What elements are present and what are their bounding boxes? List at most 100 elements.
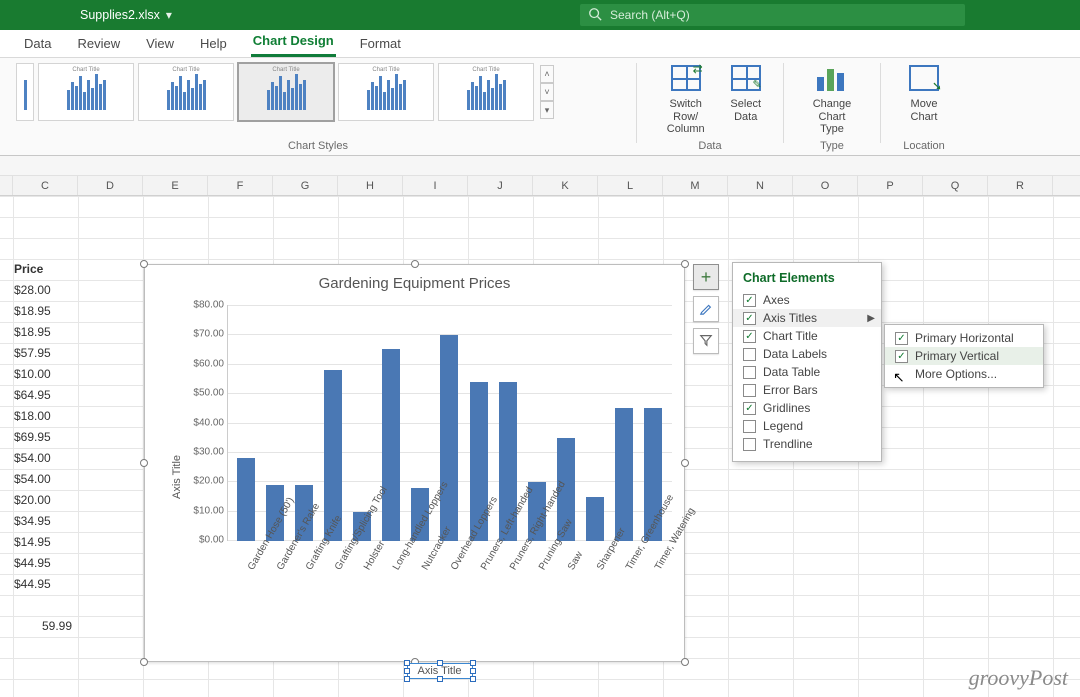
col-header[interactable]: R [988, 176, 1053, 195]
cell[interactable]: $14.95 [14, 532, 78, 553]
cell[interactable]: $54.00 [14, 448, 78, 469]
cell[interactable]: $18.95 [14, 301, 78, 322]
tab-help[interactable]: Help [198, 31, 229, 57]
tab-review[interactable]: Review [75, 31, 122, 57]
option-label: Legend [763, 419, 803, 433]
gallery-up-icon[interactable]: ˄ [540, 65, 554, 83]
checkbox-icon[interactable] [743, 348, 756, 361]
col-header[interactable]: O [793, 176, 858, 195]
cell[interactable]: $10.00 [14, 364, 78, 385]
resize-handle[interactable] [140, 658, 148, 666]
chart-style-thumb[interactable] [16, 63, 34, 121]
chart-style-thumb[interactable]: Chart Title [338, 63, 434, 121]
resize-handle[interactable] [411, 260, 419, 268]
gallery-down-icon[interactable]: ˅ [540, 83, 554, 101]
chart-element-option[interactable]: Gridlines [733, 399, 881, 417]
chart-elements-button[interactable]: + [693, 264, 719, 290]
search-box[interactable] [580, 4, 965, 26]
checkbox-icon[interactable] [743, 366, 756, 379]
filename-dropdown-icon[interactable]: ▾ [166, 8, 172, 22]
gallery-more-icon[interactable]: ▾ [540, 101, 554, 119]
resize-handle[interactable] [681, 459, 689, 467]
chart-element-option[interactable]: Data Labels [733, 345, 881, 363]
col-header[interactable]: N [728, 176, 793, 195]
search-input[interactable] [608, 7, 957, 23]
col-header[interactable]: H [338, 176, 403, 195]
cell[interactable]: $18.95 [14, 322, 78, 343]
checkbox-icon[interactable] [743, 294, 756, 307]
chart-styles-button[interactable] [693, 296, 719, 322]
chart-element-option[interactable]: Axes [733, 291, 881, 309]
cell[interactable] [14, 595, 78, 616]
checkbox-icon[interactable] [743, 384, 756, 397]
col-header[interactable]: M [663, 176, 728, 195]
change-chart-type-button[interactable]: Change Chart Type [800, 63, 864, 138]
chart-style-thumb[interactable]: Chart Title [38, 63, 134, 121]
col-header[interactable]: D [78, 176, 143, 195]
checkbox-icon[interactable] [895, 350, 908, 363]
checkbox-icon[interactable] [743, 420, 756, 433]
x-axis-title[interactable]: Axis Title [406, 663, 472, 679]
bar[interactable] [237, 458, 255, 541]
chart-style-thumb[interactable]: Chart Title [438, 63, 534, 121]
cell[interactable]: $20.00 [14, 490, 78, 511]
col-header[interactable]: P [858, 176, 923, 195]
chart-style-thumb[interactable]: Chart Title [238, 63, 334, 121]
resize-handle[interactable] [681, 658, 689, 666]
chart-title[interactable]: Gardening Equipment Prices [145, 275, 684, 292]
chart-style-thumb[interactable]: Chart Title [138, 63, 234, 121]
cell[interactable]: 59.99 [14, 616, 78, 637]
tab-format[interactable]: Format [358, 31, 403, 57]
bar[interactable] [615, 408, 633, 541]
chart-element-option[interactable]: Trendline [733, 435, 881, 453]
cell[interactable]: $57.95 [14, 343, 78, 364]
checkbox-icon[interactable] [895, 332, 908, 345]
checkbox-icon[interactable] [743, 402, 756, 415]
chart-filters-button[interactable] [693, 328, 719, 354]
chart-element-option[interactable]: Legend [733, 417, 881, 435]
col-header[interactable]: J [468, 176, 533, 195]
axis-title-option[interactable]: More Options... [885, 365, 1043, 383]
chart-element-option[interactable]: Data Table [733, 363, 881, 381]
resize-handle[interactable] [140, 260, 148, 268]
tab-view[interactable]: View [144, 31, 176, 57]
bar[interactable] [586, 497, 604, 541]
switch-row-column-button[interactable]: ⇄ Switch Row/ Column [653, 63, 718, 138]
cell[interactable]: $54.00 [14, 469, 78, 490]
col-header[interactable]: F [208, 176, 273, 195]
cell[interactable]: $64.95 [14, 385, 78, 406]
col-header[interactable]: I [403, 176, 468, 195]
cell[interactable]: $18.00 [14, 406, 78, 427]
checkbox-icon[interactable] [743, 330, 756, 343]
cell[interactable]: $34.95 [14, 511, 78, 532]
bar[interactable] [440, 335, 458, 541]
move-chart-button[interactable]: ➘ Move Chart [903, 63, 945, 125]
chart-element-option[interactable]: Axis Titles▶ [733, 309, 881, 327]
resize-handle[interactable] [140, 459, 148, 467]
checkbox-icon[interactable] [743, 438, 756, 451]
select-data-button[interactable]: ✎ Select Data [724, 63, 767, 138]
checkbox-icon[interactable] [743, 312, 756, 325]
worksheet-area[interactable]: Price $28.00 $18.95 $18.95 $57.95 $10.00… [0, 196, 1080, 697]
col-header[interactable]: C [13, 176, 78, 195]
cell[interactable]: $44.95 [14, 553, 78, 574]
embedded-chart[interactable]: Gardening Equipment Prices Axis Title $0… [144, 264, 685, 662]
tab-data[interactable]: Data [22, 31, 53, 57]
document-filename[interactable]: Supplies2.xlsx [80, 8, 160, 22]
col-header[interactable]: G [273, 176, 338, 195]
y-axis-title[interactable]: Axis Title [171, 455, 183, 499]
col-header[interactable]: Q [923, 176, 988, 195]
axis-title-option[interactable]: Primary Vertical [885, 347, 1043, 365]
axis-title-option[interactable]: Primary Horizontal [885, 329, 1043, 347]
tab-chart-design[interactable]: Chart Design [251, 28, 336, 57]
cell[interactable]: $69.95 [14, 427, 78, 448]
col-header[interactable]: E [143, 176, 208, 195]
cell[interactable]: $28.00 [14, 280, 78, 301]
chart-element-option[interactable]: Error Bars [733, 381, 881, 399]
col-header[interactable]: L [598, 176, 663, 195]
chart-element-option[interactable]: Chart Title [733, 327, 881, 345]
bar[interactable] [382, 349, 400, 541]
cell[interactable]: $44.95 [14, 574, 78, 595]
resize-handle[interactable] [681, 260, 689, 268]
col-header[interactable]: K [533, 176, 598, 195]
